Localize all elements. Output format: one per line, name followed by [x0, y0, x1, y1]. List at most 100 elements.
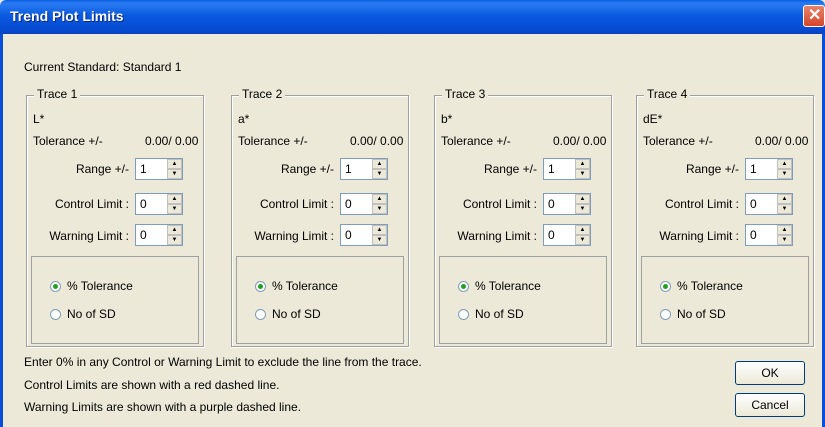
radio-no-of-sd[interactable]: No of SD [660, 307, 726, 321]
spin-down-icon[interactable]: ▼ [575, 204, 590, 214]
spin-up-icon[interactable]: ▲ [167, 225, 182, 235]
spin-up-icon[interactable]: ▲ [372, 194, 387, 204]
control-limit-spinner[interactable]: 0 ▲ ▼ [745, 193, 793, 215]
control-limit-label: Control Limit : [664, 197, 739, 211]
spin-down-icon[interactable]: ▼ [777, 169, 792, 179]
radio-label: % Tolerance [475, 279, 541, 293]
warning-limit-value: 0 [750, 228, 757, 242]
spin-down-icon[interactable]: ▼ [372, 235, 387, 245]
range-spinner[interactable]: 1 ▲ ▼ [745, 158, 793, 180]
warning-limit-spinner[interactable]: 0 ▲ ▼ [340, 224, 388, 246]
close-button[interactable]: ✕ [803, 5, 825, 27]
spin-up-icon[interactable]: ▲ [777, 194, 792, 204]
range-spinner[interactable]: 1 ▲ ▼ [340, 158, 388, 180]
tolerance-value: 0.00/ 0.00 [145, 134, 199, 148]
control-limit-value: 0 [345, 197, 352, 211]
range-spinner[interactable]: 1 ▲ ▼ [135, 158, 183, 180]
radio-percent-tolerance[interactable]: % Tolerance [458, 279, 541, 293]
cancel-button[interactable]: Cancel [735, 393, 805, 417]
control-limit-value: 0 [140, 197, 147, 211]
warning-limit-spinner[interactable]: 0 ▲ ▼ [745, 224, 793, 246]
radio-label: No of SD [67, 307, 116, 321]
range-label: Range +/- [483, 162, 537, 176]
range-label: Range +/- [75, 162, 129, 176]
tolerance-value: 0.00/ 0.00 [755, 134, 809, 148]
tolerance-label: Tolerance +/- [441, 134, 511, 148]
radio-selected-icon [50, 281, 61, 292]
warning-limit-label: Warning Limit : [49, 229, 129, 243]
close-icon: ✕ [808, 7, 822, 24]
trace-code: b* [441, 112, 453, 126]
radio-no-of-sd[interactable]: No of SD [50, 307, 116, 321]
trace-group-4: Trace 4 dE* Tolerance +/- 0.00/ 0.00 Ran… [636, 87, 814, 347]
trace-code: a* [238, 112, 250, 126]
trace-group-3: Trace 3 b* Tolerance +/- 0.00/ 0.00 Rang… [434, 87, 612, 347]
warning-limit-value: 0 [548, 228, 555, 242]
range-value: 1 [345, 162, 352, 176]
spin-down-icon[interactable]: ▼ [167, 169, 182, 179]
radio-label: % Tolerance [67, 279, 133, 293]
spin-down-icon[interactable]: ▼ [777, 235, 792, 245]
spin-up-icon[interactable]: ▲ [167, 194, 182, 204]
control-limit-spinner[interactable]: 0 ▲ ▼ [135, 193, 183, 215]
tolerance-value: 0.00/ 0.00 [350, 134, 404, 148]
spin-up-icon[interactable]: ▲ [777, 159, 792, 169]
radio-selected-icon [255, 281, 266, 292]
radio-label: No of SD [475, 307, 524, 321]
control-limit-spinner[interactable]: 0 ▲ ▼ [543, 193, 591, 215]
warning-limit-spinner[interactable]: 0 ▲ ▼ [135, 224, 183, 246]
spin-up-icon[interactable]: ▲ [167, 159, 182, 169]
trace-group-2: Trace 2 a* Tolerance +/- 0.00/ 0.00 Rang… [231, 87, 409, 347]
warning-limit-value: 0 [345, 228, 352, 242]
radio-unselected-icon [660, 309, 671, 320]
warning-limit-label: Warning Limit : [457, 229, 537, 243]
spin-down-icon[interactable]: ▼ [372, 204, 387, 214]
tolerance-value: 0.00/ 0.00 [553, 134, 607, 148]
spin-up-icon[interactable]: ▲ [575, 194, 590, 204]
ok-button[interactable]: OK [735, 361, 805, 385]
spin-up-icon[interactable]: ▲ [372, 225, 387, 235]
info-text-1: Enter 0% in any Control or Warning Limit… [24, 355, 422, 369]
spin-down-icon[interactable]: ▼ [167, 204, 182, 214]
warning-limit-label: Warning Limit : [254, 229, 334, 243]
control-limit-label: Control Limit : [259, 197, 334, 211]
radio-label: No of SD [677, 307, 726, 321]
range-value: 1 [750, 162, 757, 176]
spin-down-icon[interactable]: ▼ [575, 235, 590, 245]
current-standard-label: Current Standard: [24, 60, 120, 74]
radio-unselected-icon [458, 309, 469, 320]
radio-no-of-sd[interactable]: No of SD [255, 307, 321, 321]
trace-group-1: Trace 1 L* Tolerance +/- 0.00/ 0.00 Rang… [26, 87, 204, 347]
radio-label: % Tolerance [677, 279, 743, 293]
trace-code: dE* [643, 112, 663, 126]
radio-selected-icon [458, 281, 469, 292]
warning-limit-spinner[interactable]: 0 ▲ ▼ [543, 224, 591, 246]
control-limit-label: Control Limit : [462, 197, 537, 211]
spin-up-icon[interactable]: ▲ [575, 159, 590, 169]
title-bar: Trend Plot Limits ✕ [0, 0, 825, 34]
info-text-2: Control Limits are shown with a red dash… [24, 378, 280, 392]
radio-percent-tolerance[interactable]: % Tolerance [255, 279, 338, 293]
tolerance-label: Tolerance +/- [33, 134, 103, 148]
current-standard-value: Standard 1 [122, 60, 182, 74]
info-text-3: Warning Limits are shown with a purple d… [24, 400, 302, 414]
trace-title: Trace 3 [442, 87, 489, 101]
limit-mode-group: % Tolerance No of SD [641, 256, 809, 344]
radio-label: % Tolerance [272, 279, 338, 293]
spin-up-icon[interactable]: ▲ [372, 159, 387, 169]
spin-up-icon[interactable]: ▲ [575, 225, 590, 235]
control-limit-spinner[interactable]: 0 ▲ ▼ [340, 193, 388, 215]
range-spinner[interactable]: 1 ▲ ▼ [543, 158, 591, 180]
radio-no-of-sd[interactable]: No of SD [458, 307, 524, 321]
spin-up-icon[interactable]: ▲ [777, 225, 792, 235]
control-limit-value: 0 [548, 197, 555, 211]
spin-down-icon[interactable]: ▼ [777, 204, 792, 214]
radio-percent-tolerance[interactable]: % Tolerance [50, 279, 133, 293]
spin-down-icon[interactable]: ▼ [575, 169, 590, 179]
trace-title: Trace 1 [34, 87, 81, 101]
trace-title: Trace 2 [239, 87, 286, 101]
warning-limit-label: Warning Limit : [659, 229, 739, 243]
radio-percent-tolerance[interactable]: % Tolerance [660, 279, 743, 293]
spin-down-icon[interactable]: ▼ [167, 235, 182, 245]
spin-down-icon[interactable]: ▼ [372, 169, 387, 179]
